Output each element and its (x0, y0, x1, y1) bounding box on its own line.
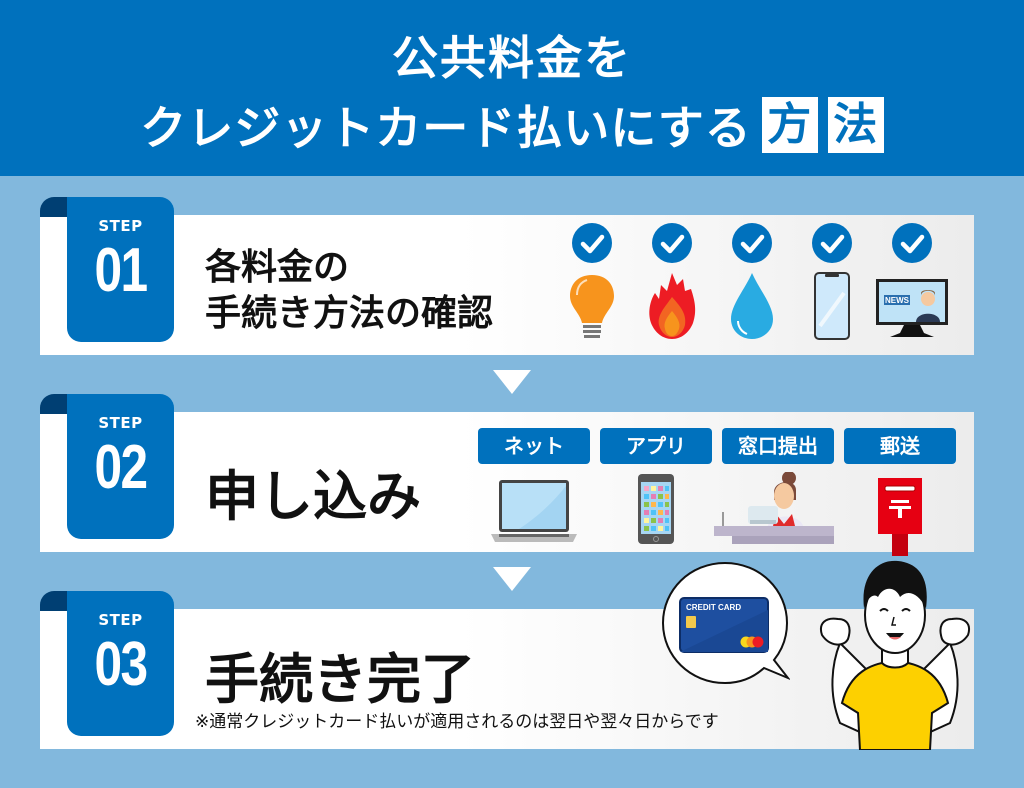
method-counter: 窓口提出 (714, 428, 834, 546)
speech-bubble: CREDIT CARD (661, 561, 790, 685)
step-label: STEP (98, 611, 143, 629)
credit-card-label: CREDIT CARD (686, 603, 741, 612)
check-icon (732, 223, 772, 263)
step-1-badge: STEP 01 (67, 197, 174, 342)
step-3-title: 手続き完了 (205, 648, 475, 711)
step-2-badge: STEP 02 (67, 394, 174, 539)
check-icon (572, 223, 612, 263)
title-highlight-1: 方 (761, 97, 818, 153)
method-mail: 郵送 (844, 428, 956, 556)
smartphone-icon (814, 272, 850, 340)
method-label: 郵送 (844, 428, 956, 464)
title-line-2-main: クレジットカード払いにする (140, 101, 752, 155)
step-3-note: ※通常クレジットカード払いが適用されるのは翌日や翌々日からです (195, 712, 719, 732)
step-1-title: 各料金の 手続き方法の確認 (205, 245, 493, 337)
utility-water (712, 223, 792, 341)
counter-clerk-icon (714, 472, 834, 544)
credit-card-icon: CREDIT CARD (679, 597, 769, 653)
check-icon (652, 223, 692, 263)
utility-electricity (552, 223, 632, 341)
step-label: STEP (98, 414, 143, 432)
flame-icon (649, 273, 696, 339)
check-icon (812, 223, 852, 263)
check-icon (892, 223, 932, 263)
method-label: 窓口提出 (722, 428, 834, 464)
step-number: 03 (94, 630, 149, 699)
step-number: 01 (94, 236, 149, 305)
utility-gas (632, 223, 712, 341)
step-1-title-line-2: 手続き方法の確認 (205, 293, 494, 334)
step-label: STEP (98, 217, 143, 235)
method-label: アプリ (600, 428, 712, 464)
step-2-title: 申し込み (205, 465, 421, 528)
method-app: アプリ (600, 428, 712, 546)
utility-tv: NEWS (872, 223, 952, 341)
laptop-icon (491, 480, 577, 542)
water-drop-icon (731, 273, 773, 339)
step-2-panel: STEP 02 申し込み ネット アプリ 窓口提出 郵送 (40, 394, 974, 556)
step-3-badge: STEP 03 (67, 591, 174, 736)
step-1-title-line-1: 各料金の (205, 247, 350, 288)
lightbulb-icon (570, 275, 614, 338)
page-header: 公共料金を クレジットカード払いにする 方 法 (0, 0, 1024, 176)
smartphone-app-icon (638, 474, 674, 544)
step-number: 02 (94, 433, 149, 502)
utility-phone (792, 223, 872, 341)
method-label: ネット (478, 428, 590, 464)
title-line-1: 公共料金を (392, 31, 632, 85)
mailbox-icon (878, 478, 922, 556)
down-arrow-icon (493, 567, 531, 591)
down-arrow-icon (493, 370, 531, 394)
happy-person-illustration (820, 560, 970, 750)
tv-news-label: NEWS (885, 296, 910, 305)
title-line-2: クレジットカード払いにする 方 法 (0, 92, 1024, 158)
title-highlight-2: 法 (827, 97, 884, 153)
method-net: ネット (478, 428, 590, 546)
step-1-panel: STEP 01 各料金の 手続き方法の確認 NEWS (40, 197, 974, 355)
tv-news-icon: NEWS (876, 279, 948, 337)
